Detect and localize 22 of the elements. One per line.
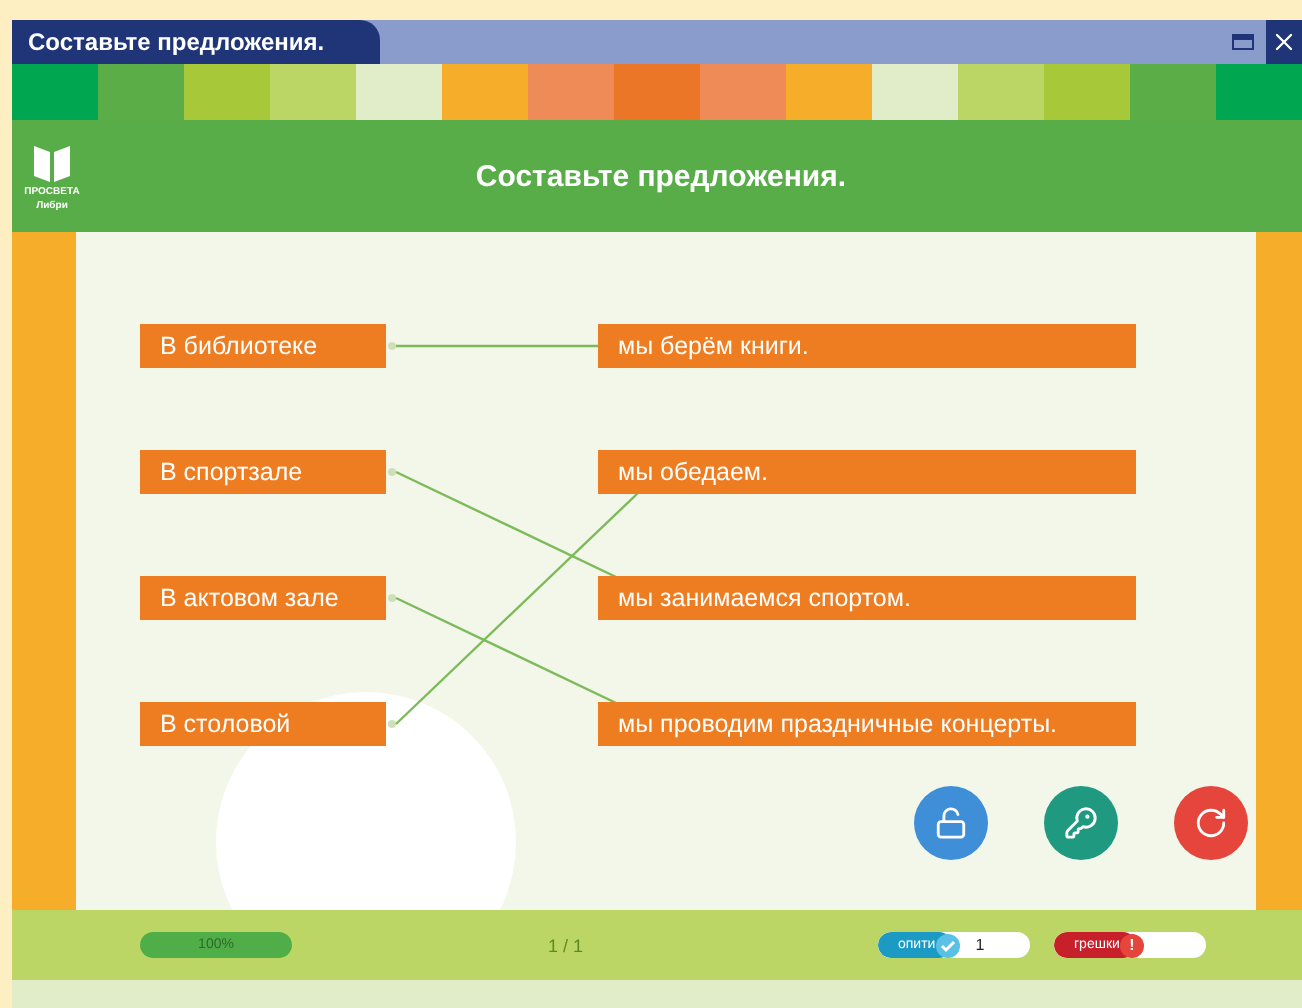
close-button[interactable] <box>1266 20 1302 64</box>
reload-icon <box>1194 806 1228 840</box>
left-phrase[interactable]: В столовой <box>140 702 386 746</box>
close-icon <box>1270 28 1298 56</box>
left-phrase[interactable]: В актовом зале <box>140 576 386 620</box>
reload-button[interactable] <box>1174 786 1248 860</box>
unlock-button[interactable] <box>914 786 988 860</box>
right-phrase[interactable]: мы берём книги. <box>598 324 1136 368</box>
right-phrase[interactable]: мы проводим праздничные концерты. <box>598 702 1136 746</box>
minimize-icon[interactable] <box>1232 34 1254 50</box>
right-phrase[interactable]: мы занимаемся спортом. <box>598 576 1136 620</box>
key-button[interactable] <box>1044 786 1118 860</box>
page-counter: 1 / 1 <box>548 935 586 955</box>
window-title: Составьте предложения. <box>12 20 380 64</box>
key-icon <box>1064 806 1098 840</box>
right-phrase[interactable]: мы обедаем. <box>598 450 1136 494</box>
unlock-icon <box>934 806 968 840</box>
attempts-count: 1 <box>975 936 985 954</box>
book-logo-icon <box>30 140 74 184</box>
left-phrase[interactable]: В спортзале <box>140 450 386 494</box>
exercise-title: Составьте предложения. <box>473 159 849 193</box>
left-phrase[interactable]: В библиотеке <box>140 324 386 368</box>
